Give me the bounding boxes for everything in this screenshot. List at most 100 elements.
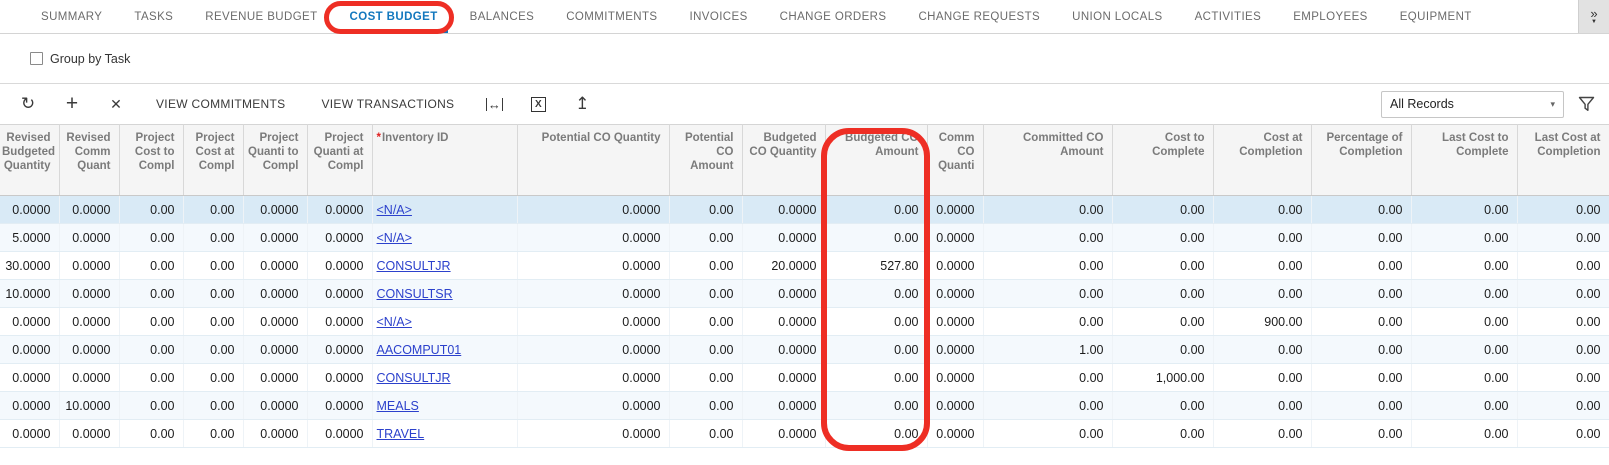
cell-last-cost-to-complete[interactable]: 0.00 [1411, 392, 1517, 420]
inventory-id-link[interactable]: CONSULTJR [377, 371, 451, 385]
inventory-id-link[interactable]: <N/A> [377, 231, 412, 245]
cell-revised-comm-quant[interactable]: 0.0000 [59, 252, 119, 280]
cell-cost-to-complete[interactable]: 0.00 [1112, 252, 1213, 280]
grid-row[interactable]: 5.00000.00000.000.000.00000.0000<N/A>0.0… [0, 224, 1609, 252]
cell-cost-at-completion[interactable]: 0.00 [1213, 336, 1311, 364]
cell-project-quanti-to-compl[interactable]: 0.0000 [243, 364, 307, 392]
tab-activities[interactable]: ACTIVITIES [1179, 0, 1278, 33]
cell-revised-comm-quant[interactable]: 0.0000 [59, 280, 119, 308]
cell-budgeted-co-amount[interactable]: 0.00 [825, 336, 927, 364]
cell-project-quanti-to-compl[interactable]: 0.0000 [243, 392, 307, 420]
column-header-comm-co-quanti[interactable]: Comm CO Quanti [927, 125, 983, 196]
cell-project-cost-to-compl[interactable]: 0.00 [119, 280, 183, 308]
cell-budgeted-co-amount[interactable]: 527.80 [825, 252, 927, 280]
column-header-project-quanti-to-compl[interactable]: Project Quanti to Compl [243, 125, 307, 196]
cell-comm-co-quanti[interactable]: 0.0000 [927, 224, 983, 252]
cell-last-cost-to-complete[interactable]: 0.00 [1411, 420, 1517, 448]
cell-last-cost-at-completion[interactable]: 0.00 [1517, 420, 1609, 448]
cell-inventory-id[interactable]: TRAVEL [372, 420, 517, 448]
cell-potential-co-amount[interactable]: 0.00 [669, 196, 742, 224]
cell-percentage-of-completion[interactable]: 0.00 [1311, 196, 1411, 224]
add-row-button[interactable]: + [50, 89, 94, 119]
cell-last-cost-to-complete[interactable]: 0.00 [1411, 224, 1517, 252]
cell-project-cost-to-compl[interactable]: 0.00 [119, 336, 183, 364]
cell-budgeted-co-amount[interactable]: 0.00 [825, 280, 927, 308]
cell-last-cost-to-complete[interactable]: 0.00 [1411, 308, 1517, 336]
cell-revised-budgeted-quantity[interactable]: 0.0000 [0, 308, 59, 336]
cell-potential-co-amount[interactable]: 0.00 [669, 252, 742, 280]
cell-revised-budgeted-quantity[interactable]: 0.0000 [0, 364, 59, 392]
cell-project-cost-at-compl[interactable]: 0.00 [183, 224, 243, 252]
column-header-cost-at-completion[interactable]: Cost at Completion [1213, 125, 1311, 196]
cell-potential-co-quantity[interactable]: 0.0000 [517, 364, 669, 392]
cell-project-cost-at-compl[interactable]: 0.00 [183, 336, 243, 364]
grid-row[interactable]: 10.00000.00000.000.000.00000.0000CONSULT… [0, 280, 1609, 308]
cell-revised-comm-quant[interactable]: 0.0000 [59, 364, 119, 392]
grid-row[interactable]: 0.00000.00000.000.000.00000.0000AACOMPUT… [0, 336, 1609, 364]
cell-committed-co-amount[interactable]: 0.00 [983, 392, 1112, 420]
group-by-task-checkbox[interactable]: Group by Task [30, 52, 130, 66]
cell-cost-at-completion[interactable]: 0.00 [1213, 364, 1311, 392]
column-header-committed-co-amount[interactable]: Committed CO Amount [983, 125, 1112, 196]
cell-budgeted-co-quantity[interactable]: 0.0000 [742, 364, 825, 392]
cell-revised-budgeted-quantity[interactable]: 30.0000 [0, 252, 59, 280]
cell-revised-budgeted-quantity[interactable]: 5.0000 [0, 224, 59, 252]
cell-project-cost-to-compl[interactable]: 0.00 [119, 196, 183, 224]
cell-project-quanti-to-compl[interactable]: 0.0000 [243, 224, 307, 252]
checkbox-unchecked-icon[interactable] [30, 52, 43, 65]
cell-project-quanti-at-compl[interactable]: 0.0000 [307, 196, 372, 224]
cell-cost-at-completion[interactable]: 0.00 [1213, 196, 1311, 224]
cell-inventory-id[interactable]: <N/A> [372, 308, 517, 336]
cell-potential-co-quantity[interactable]: 0.0000 [517, 308, 669, 336]
filter-settings-button[interactable] [1578, 96, 1595, 112]
column-header-project-cost-at-compl[interactable]: Project Cost at Compl [183, 125, 243, 196]
cell-project-cost-at-compl[interactable]: 0.00 [183, 308, 243, 336]
cell-revised-comm-quant[interactable]: 0.0000 [59, 224, 119, 252]
column-header-project-quanti-at-compl[interactable]: Project Quanti at Compl [307, 125, 372, 196]
cell-budgeted-co-amount[interactable]: 0.00 [825, 224, 927, 252]
cell-last-cost-at-completion[interactable]: 0.00 [1517, 392, 1609, 420]
inventory-id-link[interactable]: CONSULTSR [377, 287, 453, 301]
cell-budgeted-co-amount[interactable]: 0.00 [825, 420, 927, 448]
cell-revised-comm-quant[interactable]: 10.0000 [59, 392, 119, 420]
column-header-percentage-of-completion[interactable]: Percentage of Completion [1311, 125, 1411, 196]
cell-project-quanti-at-compl[interactable]: 0.0000 [307, 308, 372, 336]
cell-last-cost-at-completion[interactable]: 0.00 [1517, 196, 1609, 224]
cell-project-quanti-at-compl[interactable]: 0.0000 [307, 364, 372, 392]
cell-revised-budgeted-quantity[interactable]: 10.0000 [0, 280, 59, 308]
column-header-last-cost-at-completion[interactable]: Last Cost at Completion [1517, 125, 1609, 196]
cell-budgeted-co-amount[interactable]: 0.00 [825, 196, 927, 224]
column-header-potential-co-quantity[interactable]: Potential CO Quantity [517, 125, 669, 196]
cell-last-cost-to-complete[interactable]: 0.00 [1411, 252, 1517, 280]
cell-budgeted-co-quantity[interactable]: 0.0000 [742, 308, 825, 336]
tab-revenue-budget[interactable]: REVENUE BUDGET [189, 0, 333, 33]
cell-cost-at-completion[interactable]: 0.00 [1213, 280, 1311, 308]
cell-potential-co-amount[interactable]: 0.00 [669, 392, 742, 420]
cell-potential-co-quantity[interactable]: 0.0000 [517, 224, 669, 252]
cell-budgeted-co-quantity[interactable]: 20.0000 [742, 252, 825, 280]
cell-revised-comm-quant[interactable]: 0.0000 [59, 196, 119, 224]
cell-project-cost-at-compl[interactable]: 0.00 [183, 392, 243, 420]
cell-potential-co-amount[interactable]: 0.00 [669, 364, 742, 392]
cell-project-cost-to-compl[interactable]: 0.00 [119, 364, 183, 392]
grid-row[interactable]: 0.000010.00000.000.000.00000.0000MEALS0.… [0, 392, 1609, 420]
cell-project-quanti-at-compl[interactable]: 0.0000 [307, 280, 372, 308]
cell-cost-at-completion[interactable]: 0.00 [1213, 420, 1311, 448]
cell-budgeted-co-quantity[interactable]: 0.0000 [742, 420, 825, 448]
records-filter-dropdown[interactable]: All Records ▾ [1381, 91, 1564, 118]
column-header-project-cost-to-compl[interactable]: Project Cost to Compl [119, 125, 183, 196]
cell-cost-at-completion[interactable]: 0.00 [1213, 392, 1311, 420]
cell-comm-co-quanti[interactable]: 0.0000 [927, 196, 983, 224]
cell-revised-budgeted-quantity[interactable]: 0.0000 [0, 196, 59, 224]
cell-committed-co-amount[interactable]: 0.00 [983, 364, 1112, 392]
cell-project-cost-to-compl[interactable]: 0.00 [119, 252, 183, 280]
cell-last-cost-to-complete[interactable]: 0.00 [1411, 336, 1517, 364]
refresh-button[interactable]: ↻ [6, 89, 50, 119]
cell-committed-co-amount[interactable]: 0.00 [983, 420, 1112, 448]
cell-budgeted-co-quantity[interactable]: 0.0000 [742, 224, 825, 252]
tab-summary[interactable]: SUMMARY [25, 0, 118, 33]
cell-comm-co-quanti[interactable]: 0.0000 [927, 308, 983, 336]
cell-revised-budgeted-quantity[interactable]: 0.0000 [0, 420, 59, 448]
tab-overflow-button[interactable]: » ▼ [1578, 0, 1609, 33]
cell-percentage-of-completion[interactable]: 0.00 [1311, 336, 1411, 364]
